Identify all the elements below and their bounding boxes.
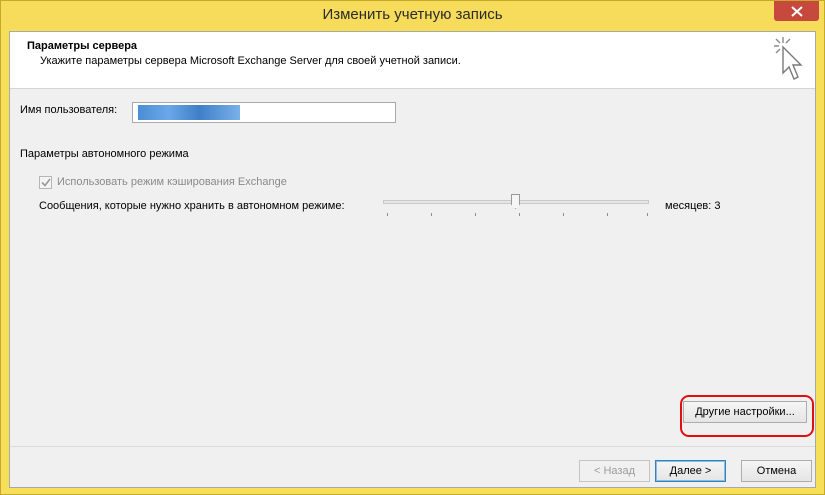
- keep-offline-slider[interactable]: [383, 192, 651, 218]
- cancel-button[interactable]: Отмена: [741, 460, 812, 482]
- slider-thumb[interactable]: [511, 194, 520, 209]
- dialog-client-area: Параметры сервера Укажите параметры серв…: [9, 31, 816, 488]
- close-button[interactable]: [774, 1, 819, 21]
- wizard-header: Параметры сервера Укажите параметры серв…: [10, 32, 815, 89]
- slider-tick: [475, 213, 476, 216]
- header-subtitle: Укажите параметры сервера Microsoft Exch…: [40, 55, 461, 67]
- keep-offline-value: месяцев: 3: [665, 200, 721, 212]
- back-button[interactable]: < Назад: [579, 460, 650, 482]
- close-icon: [790, 5, 803, 17]
- header-title: Параметры сервера: [27, 40, 138, 52]
- footer-divider: [10, 446, 815, 447]
- slider-tick: [387, 213, 388, 216]
- window-title: Изменить учетную запись: [322, 6, 503, 23]
- username-redacted-mask: [138, 105, 240, 120]
- more-settings-button[interactable]: Другие настройки...: [683, 401, 807, 423]
- cached-mode-label: Использовать режим кэширования Exchange: [57, 176, 287, 188]
- username-label: Имя пользователя:: [20, 104, 118, 116]
- slider-tick: [431, 213, 432, 216]
- slider-tick: [647, 213, 648, 216]
- keep-offline-label: Сообщения, которые нужно хранить в автон…: [39, 200, 345, 212]
- slider-tick: [607, 213, 608, 216]
- slider-tick: [563, 213, 564, 216]
- next-button[interactable]: Далее >: [655, 460, 726, 482]
- wizard-cursor-icon: [774, 37, 803, 80]
- checkmark-icon: [40, 178, 51, 187]
- cached-mode-checkbox[interactable]: [39, 176, 52, 189]
- account-dialog-window: Изменить учетную запись Параметры сервер…: [0, 0, 825, 495]
- title-bar[interactable]: Изменить учетную запись: [1, 1, 824, 30]
- offline-settings-heading: Параметры автономного режима: [20, 148, 189, 160]
- slider-tick: [519, 213, 520, 216]
- username-field[interactable]: [132, 102, 396, 123]
